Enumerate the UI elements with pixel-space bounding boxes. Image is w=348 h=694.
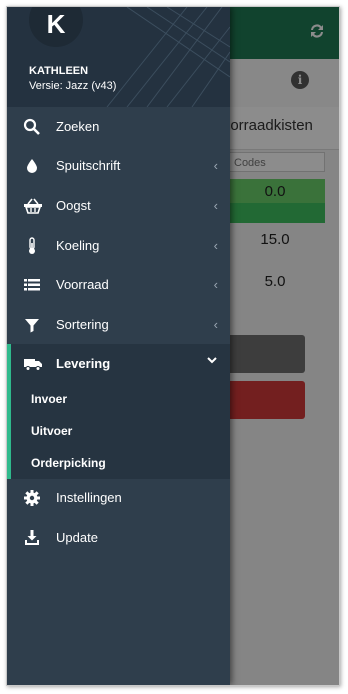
submenu-label: Invoer [31, 392, 68, 406]
menu-item-koeling[interactable]: Koeling ‹ [7, 226, 230, 266]
list-icon [23, 276, 41, 294]
menu-item-sortering[interactable]: Sortering ‹ [7, 305, 230, 345]
menu-label: Instellingen [56, 490, 122, 505]
app-version: Versie: Jazz (v43) [29, 80, 117, 92]
navigation-drawer: K KATHLEEN Versie: Jazz (v43) Zoeken Spu… [7, 7, 230, 685]
truck-icon [23, 355, 42, 373]
drawer-header: K KATHLEEN Versie: Jazz (v43) [7, 7, 230, 107]
menu-item-oogst[interactable]: Oogst ‹ [7, 186, 230, 226]
thermometer-icon [23, 237, 41, 255]
chevron-left-icon: ‹ [213, 277, 218, 292]
filter-icon [23, 316, 41, 334]
submenu-item-invoer[interactable]: Invoer [7, 383, 230, 415]
menu-label: Voorraad [56, 277, 109, 292]
chevron-left-icon: ‹ [213, 238, 218, 253]
menu-label: Update [56, 530, 98, 545]
chevron-down-icon [206, 354, 218, 369]
submenu-label: Uitvoer [31, 424, 73, 438]
chevron-left-icon: ‹ [213, 158, 218, 173]
submenu-label: Orderpicking [31, 456, 106, 470]
chevron-left-icon: ‹ [213, 317, 218, 332]
menu-item-zoeken[interactable]: Zoeken [7, 107, 230, 147]
menu-item-spuitschrift[interactable]: Spuitschrift ‹ [7, 146, 230, 186]
menu-item-levering[interactable]: Levering [7, 344, 230, 384]
active-indicator [7, 344, 11, 384]
phone-screen: i oorraadkisten Codes 0.0 15.0 5.0 K KAT… [6, 6, 340, 686]
submenu-item-uitvoer[interactable]: Uitvoer [7, 415, 230, 447]
submenu-item-orderpicking[interactable]: Orderpicking [7, 447, 230, 479]
menu-item-instellingen[interactable]: Instellingen [7, 478, 230, 518]
search-icon [23, 118, 41, 136]
menu-label: Spuitschrift [56, 158, 121, 173]
gear-icon [23, 489, 41, 507]
menu-item-voorraad[interactable]: Voorraad ‹ [7, 265, 230, 305]
levering-submenu: Invoer Uitvoer Orderpicking [7, 383, 230, 479]
menu-item-update[interactable]: Update [7, 518, 230, 558]
menu-label: Koeling [56, 238, 100, 253]
download-icon [23, 529, 41, 547]
menu-label: Oogst [56, 198, 91, 213]
user-name: KATHLEEN [29, 65, 89, 77]
menu-label: Zoeken [56, 119, 100, 134]
chevron-left-icon: ‹ [213, 198, 218, 213]
menu-label: Sortering [56, 317, 109, 332]
drop-icon [23, 157, 41, 175]
menu-label: Levering [56, 356, 111, 371]
basket-icon [23, 197, 42, 215]
